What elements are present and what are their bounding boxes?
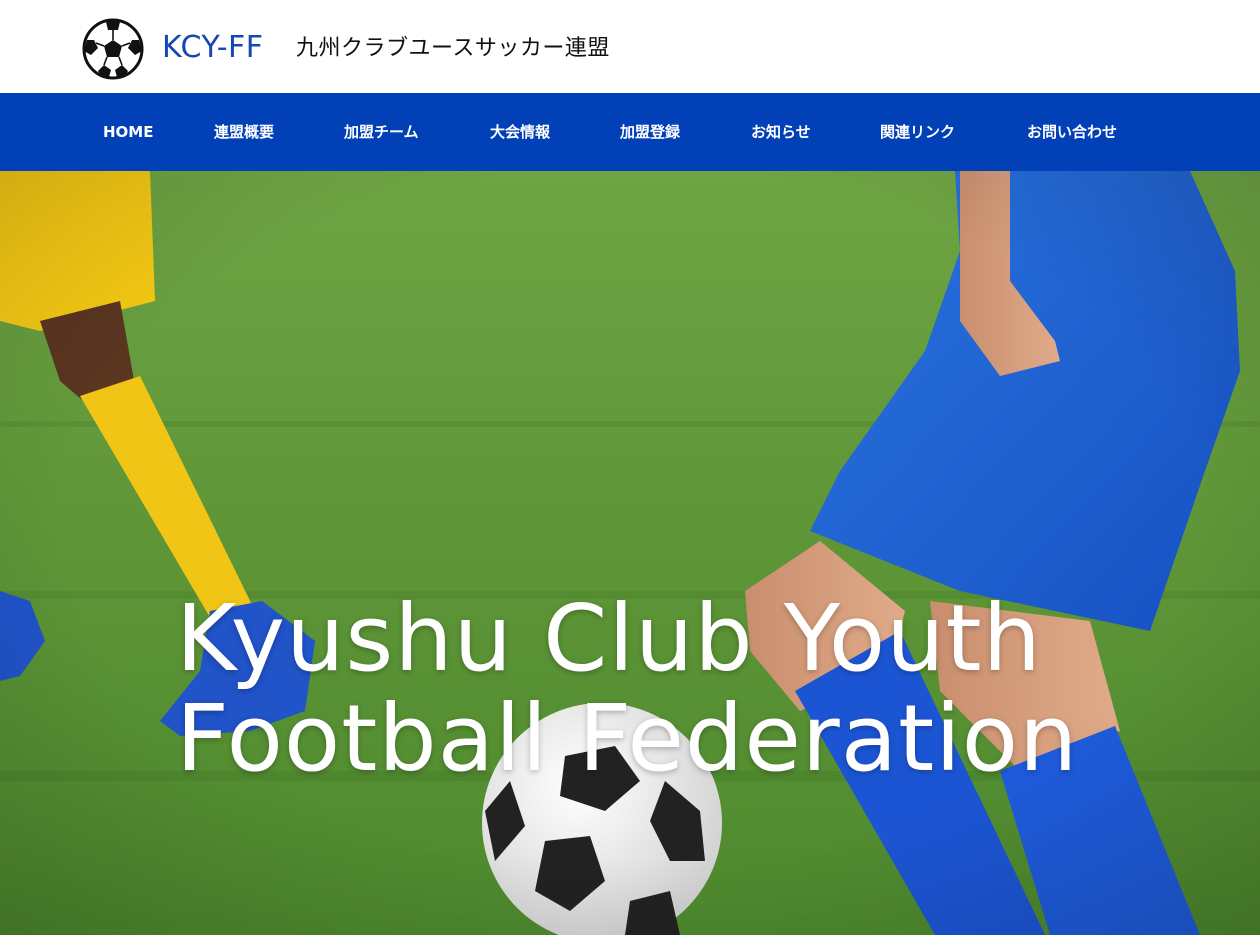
logo-abbreviation[interactable]: KCY-FF [162, 28, 264, 68]
hero-banner: Kyushu Club Youth Football Federation [0, 171, 1260, 935]
federation-name: 九州クラブユースサッカー連盟 [296, 36, 610, 61]
hero-title-line-2: Football Federation [176, 685, 1079, 792]
nav-item-member-teams[interactable]: 加盟チーム [344, 93, 419, 171]
hero-title: Kyushu Club Youth Football Federation [176, 589, 1176, 789]
nav-item-tournament-info[interactable]: 大会情報 [490, 93, 550, 171]
nav-item-contact[interactable]: お問い合わせ [1027, 93, 1117, 171]
main-navigation: HOME 連盟概要 加盟チーム 大会情報 加盟登録 お知らせ 関連リンク お問い… [0, 93, 1260, 171]
nav-item-federation-overview[interactable]: 連盟概要 [214, 93, 274, 171]
nav-item-related-links[interactable]: 関連リンク [880, 93, 955, 171]
soccer-ball-logo-icon[interactable] [82, 18, 144, 80]
hero-title-line-1: Kyushu Club Youth [176, 585, 1042, 692]
nav-item-news[interactable]: お知らせ [751, 93, 811, 171]
nav-item-registration[interactable]: 加盟登録 [620, 93, 680, 171]
hero-photo [0, 171, 1260, 935]
nav-item-home[interactable]: HOME [103, 93, 153, 171]
site-header: KCY-FF 九州クラブユースサッカー連盟 [0, 0, 1260, 93]
